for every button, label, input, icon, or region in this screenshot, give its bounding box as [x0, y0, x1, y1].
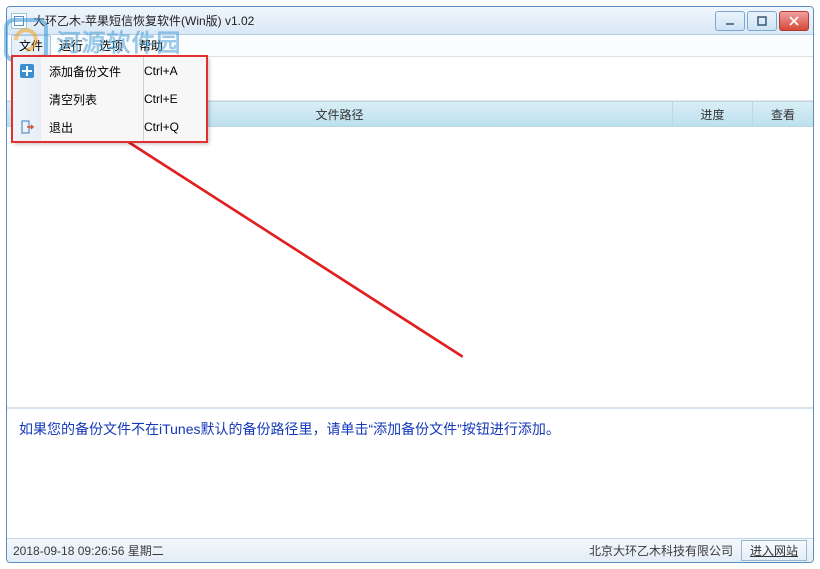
plus-icon	[19, 63, 35, 79]
app-icon	[11, 13, 27, 29]
hint-panel: 如果您的备份文件不在iTunes默认的备份路径里，请单击“添加备份文件”按钮进行…	[7, 408, 813, 538]
close-button[interactable]	[779, 11, 809, 31]
col-progress[interactable]: 进度	[673, 102, 753, 126]
file-list-area	[7, 127, 813, 408]
menu-add-backup-file[interactable]: 添加备份文件 Ctrl+A	[13, 57, 206, 85]
menu-help[interactable]: 帮助	[131, 35, 171, 56]
hint-text: 如果您的备份文件不在iTunes默认的备份路径里，请单击“添加备份文件”按钮进行…	[19, 421, 560, 437]
titlebar: 大环乙木-苹果短信恢复软件(Win版) v1.02	[7, 7, 813, 35]
maximize-button[interactable]	[747, 11, 777, 31]
file-dropdown: 添加备份文件 Ctrl+A 清空列表 Ctrl+E 退出 Ctrl+Q	[12, 56, 207, 142]
exit-icon	[19, 119, 35, 135]
menu-options[interactable]: 选项	[91, 35, 131, 56]
window-title: 大环乙木-苹果短信恢复软件(Win版) v1.02	[33, 12, 715, 29]
menu-exit[interactable]: 退出 Ctrl+Q	[13, 113, 206, 141]
status-bar: 2018-09-18 09:26:56 星期二 北京大环乙木科技有限公司 进入网…	[7, 538, 813, 562]
annotation-arrow	[7, 127, 813, 407]
menubar: 文件 运行 选项 帮助	[7, 35, 813, 57]
minimize-button[interactable]	[715, 11, 745, 31]
menu-run[interactable]: 运行	[51, 35, 91, 56]
status-company: 北京大环乙木科技有限公司	[589, 542, 733, 559]
col-view[interactable]: 查看	[753, 102, 813, 126]
status-datetime: 2018-09-18 09:26:56 星期二	[13, 542, 589, 559]
menu-file[interactable]: 文件	[11, 35, 51, 56]
enter-website-link[interactable]: 进入网站	[741, 540, 807, 561]
menu-clear-list[interactable]: 清空列表 Ctrl+E	[13, 85, 206, 113]
